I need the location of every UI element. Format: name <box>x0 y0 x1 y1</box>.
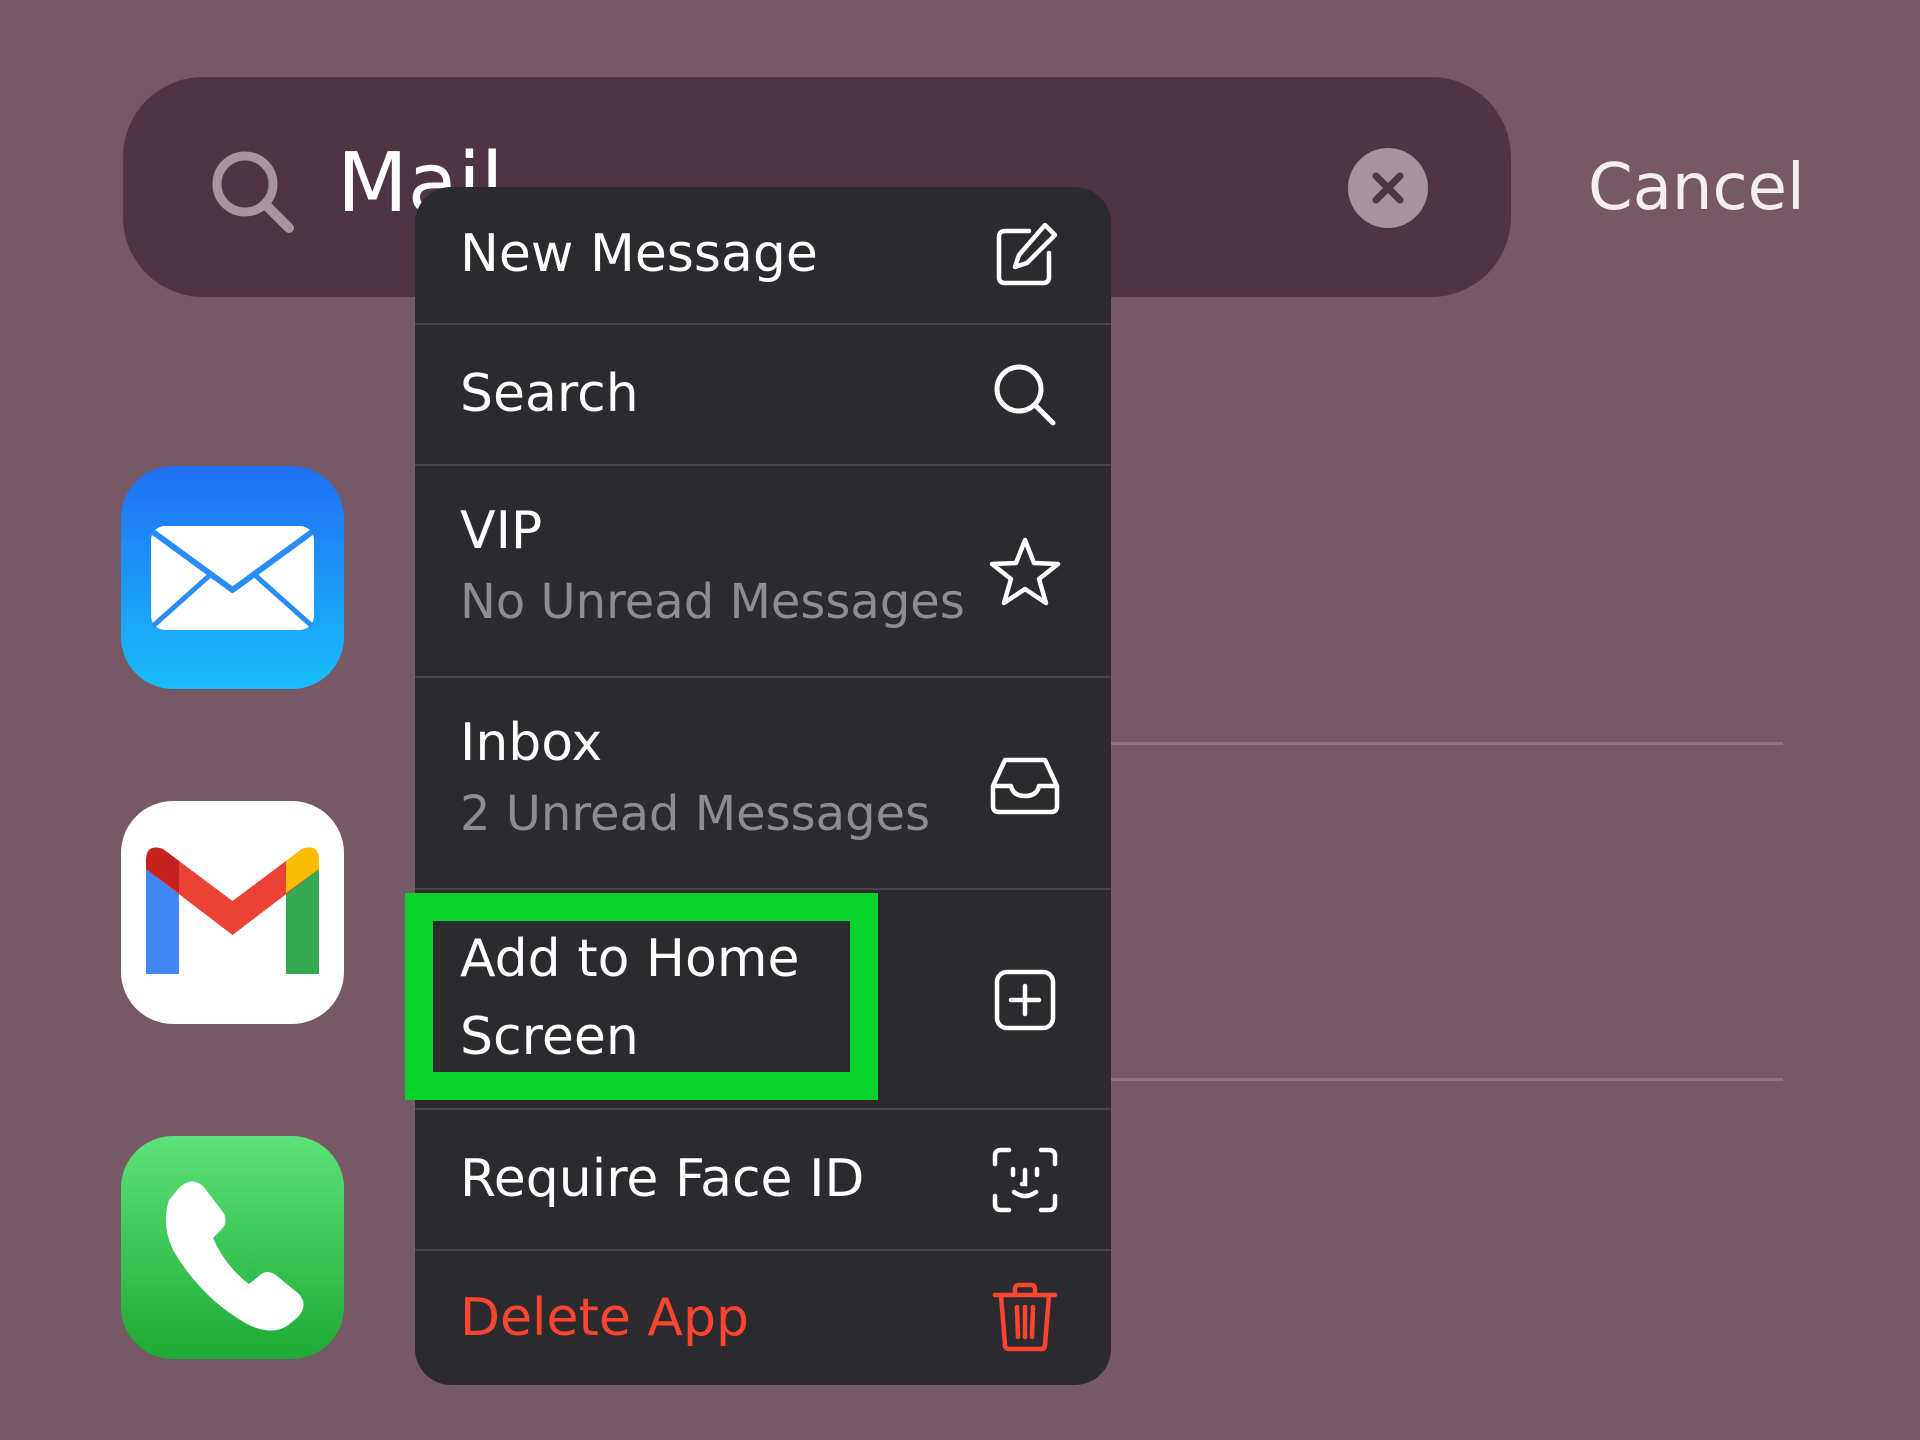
cancel-button[interactable]: Cancel <box>1588 156 1805 220</box>
list-divider <box>1110 742 1783 745</box>
phone-app-icon[interactable] <box>121 1136 344 1359</box>
menu-item-label: Delete App <box>460 1288 749 1348</box>
trash-icon <box>987 1279 1063 1355</box>
list-divider <box>1110 1078 1783 1081</box>
menu-item-label: Inbox <box>460 713 603 773</box>
context-menu: New Message Search VIP No Unread Message… <box>415 187 1111 1385</box>
gmail-app-icon[interactable] <box>121 801 344 1024</box>
menu-item-label: Require Face ID <box>460 1149 865 1209</box>
face-id-icon <box>987 1142 1063 1218</box>
menu-item-inbox[interactable]: Inbox 2 Unread Messages <box>415 678 1111 890</box>
plus-square-icon <box>987 962 1063 1038</box>
menu-item-require-face-id[interactable]: Require Face ID <box>415 1110 1111 1251</box>
menu-item-label: Search <box>460 364 639 424</box>
inbox-tray-icon <box>987 746 1063 822</box>
menu-item-delete-app[interactable]: Delete App <box>415 1251 1111 1385</box>
clear-x-icon[interactable] <box>1348 148 1428 228</box>
menu-item-label: VIP <box>460 501 543 561</box>
highlight-annotation-box <box>405 893 878 1100</box>
menu-item-vip[interactable]: VIP No Unread Messages <box>415 466 1111 678</box>
menu-item-new-message[interactable]: New Message <box>415 187 1111 325</box>
compose-icon <box>987 217 1063 293</box>
menu-item-search[interactable]: Search <box>415 325 1111 466</box>
mail-app-icon[interactable] <box>121 466 344 689</box>
spotlight-search-screen: Mail Cancel New Message Search VIP No Un… <box>0 0 1920 1440</box>
star-icon <box>987 534 1063 610</box>
menu-item-subtitle: No Unread Messages <box>460 574 965 630</box>
menu-item-label: New Message <box>460 224 818 284</box>
menu-item-subtitle: 2 Unread Messages <box>460 786 931 842</box>
search-icon <box>987 357 1063 433</box>
search-icon <box>203 142 303 242</box>
